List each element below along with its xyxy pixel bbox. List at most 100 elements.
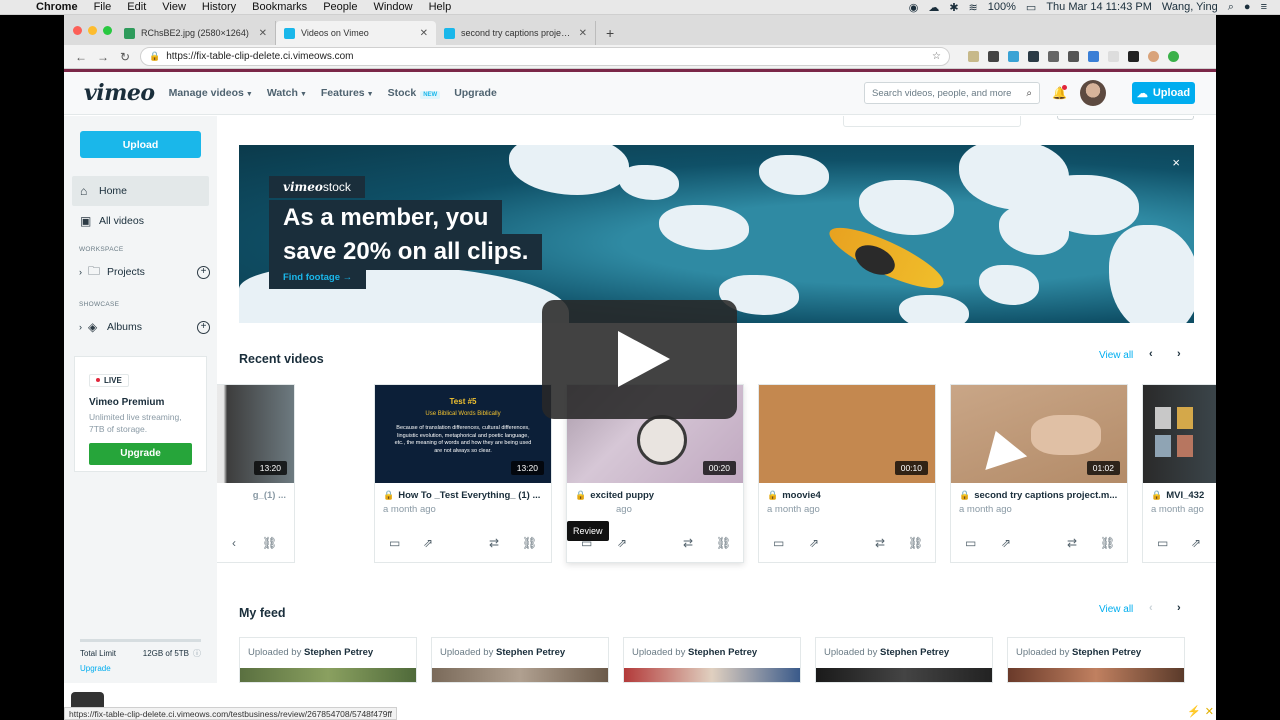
uploader-name[interactable]: Stephen Petrey: [1072, 647, 1141, 658]
user-avatar[interactable]: [1080, 80, 1106, 106]
play-button[interactable]: [542, 300, 737, 419]
video-thumbnail[interactable]: 13:20: [217, 385, 294, 483]
transfer-icon[interactable]: ⇄: [683, 536, 693, 550]
link-icon[interactable]: ⛓: [262, 536, 277, 550]
video-title[interactable]: 🔒 second try captions project.m...: [951, 483, 1127, 501]
eyedropper-icon[interactable]: [1068, 51, 1079, 62]
record-icon[interactable]: ◉: [904, 1, 924, 14]
nav-stock[interactable]: Stock NEW: [388, 87, 441, 99]
extension-icon[interactable]: [1168, 51, 1179, 62]
bluetooth-icon[interactable]: ✱: [944, 1, 963, 14]
menu-window[interactable]: Window: [365, 1, 420, 13]
notification-center-icon[interactable]: ≡: [1256, 1, 1272, 13]
video-card[interactable]: 01:02 🔒 second try captions project.m... …: [950, 384, 1128, 563]
chevron-right-icon[interactable]: ›: [79, 322, 82, 332]
sidebar-item-projects[interactable]: › 🗀 Projects +: [64, 257, 217, 287]
close-tab-icon[interactable]: ✕: [579, 28, 587, 39]
tab-image[interactable]: RChsBE2.jpg (2580×1264) ✕: [116, 21, 276, 45]
feed-card[interactable]: Uploaded by Stephen Petrey: [815, 637, 993, 683]
review-icon[interactable]: ▭: [1157, 536, 1168, 550]
share-icon[interactable]: ⇗: [1001, 536, 1011, 550]
feed-thumbnail[interactable]: [432, 668, 608, 682]
close-banner-icon[interactable]: ×: [1172, 155, 1180, 170]
extension-icon[interactable]: [988, 51, 999, 62]
menu-help[interactable]: Help: [421, 1, 460, 13]
transfer-icon[interactable]: ⇄: [875, 536, 885, 550]
feed-view-all-link[interactable]: View all: [1099, 604, 1133, 615]
feed-thumbnail[interactable]: [240, 668, 416, 682]
video-thumbnail[interactable]: 01:02: [951, 385, 1127, 483]
user-name[interactable]: Wang, Ying: [1157, 1, 1223, 13]
uploader-name[interactable]: Stephen Petrey: [304, 647, 373, 658]
video-card[interactable]: 00:10 🔒 moovie4 a month ago ▭ ⇗ ⇄ ⛓: [758, 384, 936, 563]
video-thumbnail[interactable]: 00:10: [759, 385, 935, 483]
header-upload-button[interactable]: ☁ Upload: [1132, 82, 1195, 104]
add-album-icon[interactable]: +: [197, 320, 210, 334]
premium-upgrade-button[interactable]: Upgrade: [89, 442, 192, 465]
video-title[interactable]: 🔒 MVI_432: [1143, 483, 1216, 501]
sidebar-item-albums[interactable]: › ◈ Albums +: [64, 312, 217, 342]
back-icon[interactable]: ←: [70, 50, 92, 64]
notifications-bell-icon[interactable]: 🔔: [1052, 85, 1067, 100]
video-card[interactable]: 13:20 g_(1) ... ‹ ⛓: [217, 384, 295, 563]
video-thumbnail[interactable]: Test #5 Use Biblical Words Biblically Be…: [375, 385, 551, 483]
recent-view-all-link[interactable]: View all: [1099, 350, 1133, 361]
review-icon[interactable]: ▭: [773, 536, 784, 550]
close-tab-icon[interactable]: ✕: [420, 28, 428, 39]
siri-icon[interactable]: ●: [1239, 1, 1256, 13]
vimeo-logo[interactable]: vimeo: [84, 80, 155, 106]
arrow-left-icon[interactable]: ‹: [232, 536, 236, 550]
feed-prev-icon[interactable]: ‹: [1149, 602, 1153, 614]
video-thumbnail[interactable]: [1143, 385, 1216, 483]
sidebar-upload-button[interactable]: Upload: [80, 131, 201, 158]
review-icon[interactable]: ▭: [965, 536, 976, 550]
maximize-window-icon[interactable]: [103, 26, 112, 35]
uploader-name[interactable]: Stephen Petrey: [880, 647, 949, 658]
review-icon[interactable]: ▭: [389, 536, 400, 550]
search-icon[interactable]: ⌕: [1026, 88, 1032, 99]
tab-captions-project[interactable]: second try captions project.mp4 ✕: [436, 21, 596, 45]
url-field[interactable]: 🔒 https://fix-table-clip-delete.ci.vimeo…: [140, 47, 950, 66]
nav-watch[interactable]: Watch ▼: [267, 87, 307, 99]
link-icon[interactable]: ⛓: [1100, 536, 1115, 550]
clock[interactable]: Thu Mar 14 11:43 PM: [1041, 1, 1157, 13]
extension-icon[interactable]: [1028, 51, 1039, 62]
nav-upgrade[interactable]: Upgrade: [454, 87, 497, 99]
cloud-icon[interactable]: ☁: [923, 1, 944, 14]
share-icon[interactable]: ⇗: [617, 536, 627, 550]
feed-next-icon[interactable]: ›: [1177, 602, 1181, 614]
video-title[interactable]: 🔒 moovie4: [759, 483, 935, 501]
menu-people[interactable]: People: [315, 1, 365, 13]
carousel-next-icon[interactable]: ›: [1177, 348, 1181, 360]
feed-thumbnail[interactable]: [624, 668, 800, 682]
extension-icon[interactable]: [1108, 51, 1119, 62]
close-tab-icon[interactable]: ✕: [259, 28, 267, 39]
menu-edit[interactable]: Edit: [119, 1, 154, 13]
extension-icon[interactable]: [1128, 51, 1139, 62]
extension-icon[interactable]: [1048, 51, 1059, 62]
extension-icon[interactable]: [1008, 51, 1019, 62]
sidebar-item-home[interactable]: ⌂ Home: [72, 176, 209, 206]
search-input[interactable]: Search videos, people, and more ⌕: [864, 82, 1040, 104]
nav-features[interactable]: Features ▼: [321, 87, 374, 99]
spotlight-icon[interactable]: ⌕: [1223, 1, 1239, 14]
uploader-name[interactable]: Stephen Petrey: [688, 647, 757, 658]
find-footage-link[interactable]: Find footage →: [269, 266, 367, 289]
close-icon[interactable]: ✕: [1205, 706, 1214, 718]
video-title[interactable]: g_(1) ...: [217, 483, 294, 501]
carousel-prev-icon[interactable]: ‹: [1149, 348, 1153, 360]
menu-history[interactable]: History: [194, 1, 244, 13]
battery-percent[interactable]: 100%: [983, 1, 1021, 13]
reload-icon[interactable]: ↻: [114, 50, 136, 64]
sidebar-item-all-videos[interactable]: ▣ All videos: [64, 206, 217, 236]
feed-thumbnail[interactable]: [816, 668, 992, 682]
uploader-name[interactable]: Stephen Petrey: [496, 647, 565, 658]
link-icon[interactable]: ⛓: [522, 536, 537, 550]
storage-upgrade-link[interactable]: Upgrade: [80, 664, 201, 673]
menu-file[interactable]: File: [86, 1, 120, 13]
feed-thumbnail[interactable]: [1008, 668, 1184, 682]
tab-videos-on-vimeo[interactable]: Videos on Vimeo ✕: [276, 21, 436, 45]
transfer-icon[interactable]: ⇄: [489, 536, 499, 550]
video-card[interactable]: Test #5 Use Biblical Words Biblically Be…: [374, 384, 552, 563]
link-icon[interactable]: ⛓: [716, 536, 731, 550]
